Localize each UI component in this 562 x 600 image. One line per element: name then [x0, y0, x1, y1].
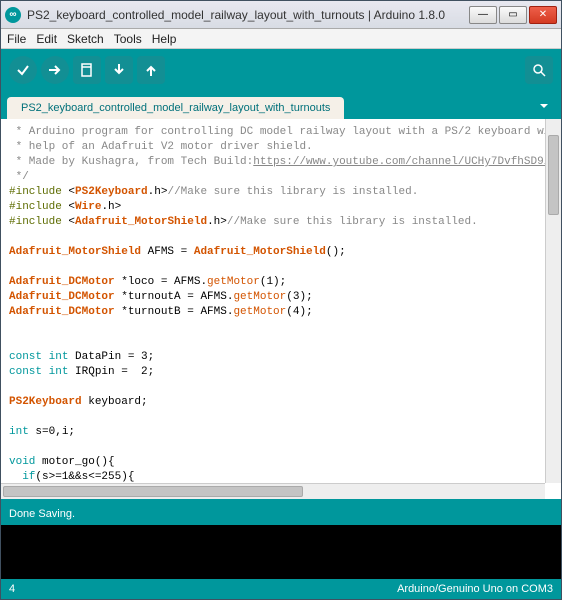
footer-bar: 4 Arduino/Genuino Uno on COM3 — [1, 579, 561, 599]
upload-button[interactable] — [41, 56, 69, 84]
line-number: 4 — [9, 583, 15, 595]
serial-monitor-button[interactable] — [525, 56, 553, 84]
status-bar: Done Saving. — [1, 503, 561, 525]
code-content[interactable]: * Arduino program for controlling DC mod… — [1, 119, 545, 483]
horizontal-scrollbar[interactable] — [1, 483, 545, 499]
menu-file[interactable]: File — [7, 32, 26, 46]
console-output[interactable] — [1, 525, 561, 579]
arduino-icon: ∞ — [5, 7, 21, 23]
app-window: ∞ PS2_keyboard_controlled_model_railway_… — [0, 0, 562, 600]
tab-menu-button[interactable] — [535, 97, 553, 115]
menu-tools[interactable]: Tools — [114, 32, 142, 46]
close-button[interactable]: ✕ — [529, 6, 557, 24]
save-button[interactable] — [137, 56, 165, 84]
tabbar: PS2_keyboard_controlled_model_railway_la… — [1, 91, 561, 119]
menu-help[interactable]: Help — [152, 32, 177, 46]
menu-edit[interactable]: Edit — [36, 32, 57, 46]
titlebar: ∞ PS2_keyboard_controlled_model_railway_… — [1, 1, 561, 29]
code-editor[interactable]: * Arduino program for controlling DC mod… — [1, 119, 561, 503]
minimize-button[interactable]: — — [469, 6, 497, 24]
vertical-scroll-thumb[interactable] — [548, 135, 559, 215]
horizontal-scroll-thumb[interactable] — [3, 486, 303, 497]
sketch-tab[interactable]: PS2_keyboard_controlled_model_railway_la… — [7, 97, 344, 119]
menubar: File Edit Sketch Tools Help — [1, 29, 561, 49]
board-info: Arduino/Genuino Uno on COM3 — [397, 583, 553, 595]
verify-button[interactable] — [9, 56, 37, 84]
toolbar — [1, 49, 561, 91]
status-message: Done Saving. — [9, 508, 75, 520]
open-button[interactable] — [105, 56, 133, 84]
maximize-button[interactable]: ▭ — [499, 6, 527, 24]
vertical-scrollbar[interactable] — [545, 119, 561, 483]
menu-sketch[interactable]: Sketch — [67, 32, 104, 46]
window-title: PS2_keyboard_controlled_model_railway_la… — [27, 8, 467, 22]
new-button[interactable] — [73, 56, 101, 84]
